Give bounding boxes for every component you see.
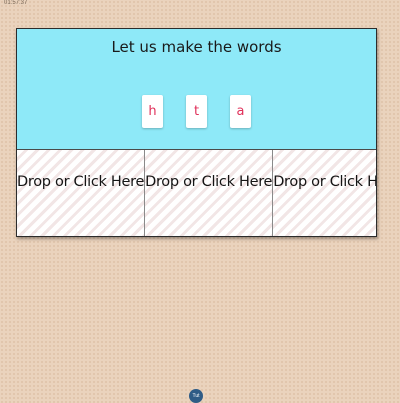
drop-slot-label: Drop or Click Here <box>17 174 145 190</box>
activity-title: Let us make the words <box>111 38 282 56</box>
drop-slot-3[interactable]: Drop or Click Here <box>273 150 377 236</box>
drop-slot-label: Drop or Click Here <box>273 174 377 190</box>
word-building-panel: Let us make the words h t a Drop or Clic… <box>16 28 377 237</box>
letter-tile-a[interactable]: a <box>230 95 251 128</box>
tutorial-icon[interactable]: Tut <box>189 389 203 403</box>
prompt-area: Let us make the words h t a <box>17 29 376 150</box>
drop-slot-2[interactable]: Drop or Click Here <box>145 150 274 236</box>
letter-tile-h[interactable]: h <box>142 95 163 128</box>
timer-text: 01:57:37 <box>4 0 28 6</box>
drop-zone-row: Drop or Click Here Drop or Click Here Dr… <box>17 150 377 236</box>
drop-slot-1[interactable]: Drop or Click Here <box>17 150 146 236</box>
letter-tile-t[interactable]: t <box>186 95 207 128</box>
tutorial-icon-label: Tut <box>192 393 200 399</box>
drop-slot-label: Drop or Click Here <box>145 174 273 190</box>
